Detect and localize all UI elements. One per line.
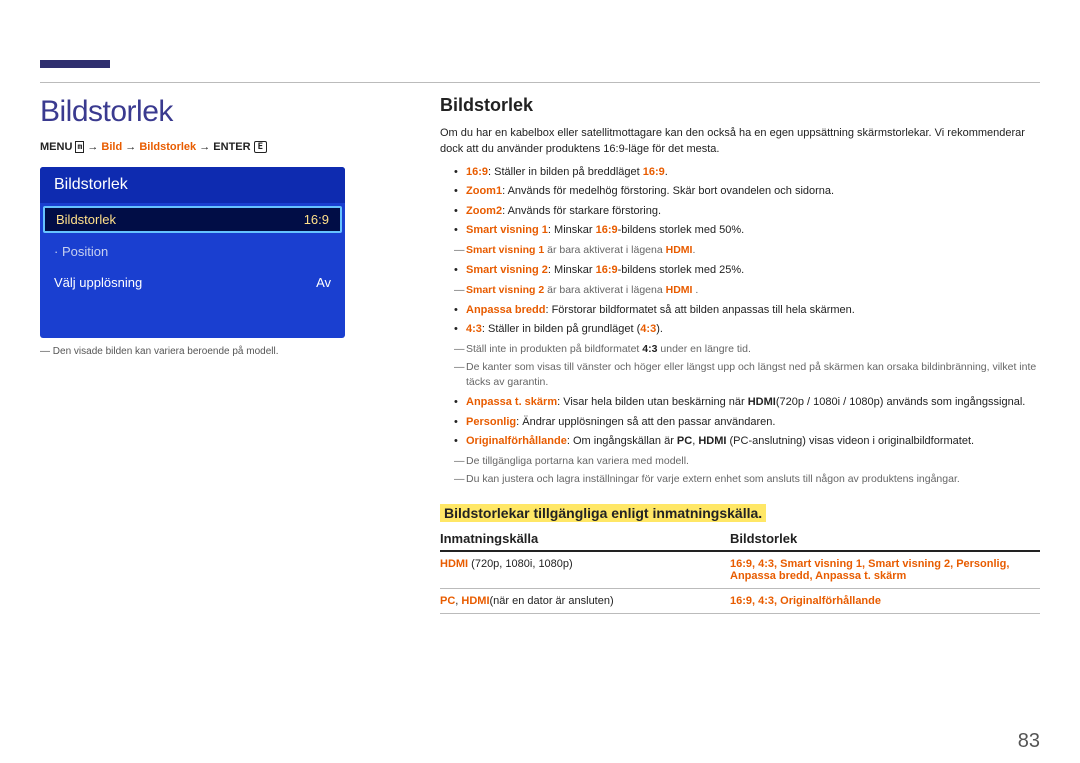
- note: De tillgängliga portarna kan variera med…: [440, 454, 1040, 469]
- note: Smart visning 1 är bara aktiverat i läge…: [440, 243, 1040, 258]
- list-item: Originalförhållande: Om ingångskällan är…: [454, 433, 1040, 450]
- chapter-tab-marker: [40, 60, 110, 68]
- osd-row-value: 16:9: [304, 212, 329, 227]
- breadcrumb-step-1: Bild: [101, 141, 122, 153]
- compatibility-table: Inmatningskälla Bildstorlek HDMI (720p, …: [440, 531, 1040, 614]
- feature-list: Smart visning 2: Minskar 16:9-bildens st…: [440, 262, 1040, 279]
- menu-icon: m: [75, 141, 84, 153]
- list-item: Personlig: Ändrar upplösningen så att de…: [454, 414, 1040, 431]
- osd-row: Välj upplösning Av: [40, 267, 345, 298]
- osd-row-label: Välj upplösning: [54, 275, 142, 290]
- osd-row-value: Av: [316, 275, 331, 290]
- table-cell-source: PC, HDMI(när en dator är ansluten): [440, 595, 730, 607]
- table-cell-source: HDMI (720p, 1080i, 1080p): [440, 558, 730, 582]
- table-cell-sizes: 16:9, 4:3, Smart visning 1, Smart visnin…: [730, 558, 1040, 582]
- feature-list: Anpassa bredd: Förstorar bildformatet så…: [440, 302, 1040, 338]
- list-item: Zoom1: Används för medelhög förstoring. …: [454, 183, 1040, 200]
- page-title: Bildstorlek: [40, 95, 400, 129]
- table-cell-sizes: 16:9, 4:3, Originalförhållande: [730, 595, 1040, 607]
- section-title: Bildstorlek: [440, 95, 1040, 116]
- list-item: Smart visning 2: Minskar 16:9-bildens st…: [454, 262, 1040, 279]
- top-rule: [40, 60, 1040, 83]
- document-page: Bildstorlek MENU m → Bild → Bildstorlek …: [0, 0, 1080, 763]
- table-header-source: Inmatningskälla: [440, 531, 730, 546]
- osd-row-selected: Bildstorlek 16:9: [43, 206, 342, 233]
- table-header-row: Inmatningskälla Bildstorlek: [440, 531, 1040, 552]
- screenshot-caption: Den visade bilden kan variera beroende p…: [40, 346, 400, 357]
- breadcrumb: MENU m → Bild → Bildstorlek → ENTER E: [40, 141, 400, 153]
- table-header-size: Bildstorlek: [730, 531, 1040, 546]
- table-row: HDMI (720p, 1080i, 1080p) 16:9, 4:3, Sma…: [440, 552, 1040, 589]
- osd-row-label: Bildstorlek: [56, 212, 116, 227]
- enter-icon: E: [254, 141, 267, 153]
- left-column: Bildstorlek MENU m → Bild → Bildstorlek …: [40, 95, 400, 733]
- list-item: 4:3: Ställer in bilden på grundläget (4:…: [454, 321, 1040, 338]
- right-column: Bildstorlek Om du har en kabelbox eller …: [440, 95, 1040, 733]
- breadcrumb-menu: MENU: [40, 141, 72, 153]
- breadcrumb-step-2: Bildstorlek: [139, 141, 196, 153]
- page-number: 83: [1018, 730, 1040, 753]
- note: Du kan justera och lagra inställningar f…: [440, 472, 1040, 487]
- osd-menu-screenshot: Bildstorlek Bildstorlek 16:9 · Position …: [40, 167, 345, 338]
- breadcrumb-enter: ENTER: [213, 141, 250, 153]
- list-item: Anpassa t. skärm: Visar hela bilden utan…: [454, 394, 1040, 411]
- feature-list: 16:9: Ställer in bilden på breddläget 16…: [440, 164, 1040, 239]
- intro-paragraph: Om du har en kabelbox eller satellitmott…: [440, 126, 1040, 158]
- osd-row-dim: · Position: [40, 236, 345, 267]
- table-subheading: Bildstorlekar tillgängliga enligt inmatn…: [440, 504, 766, 522]
- list-item: Smart visning 1: Minskar 16:9-bildens st…: [454, 222, 1040, 239]
- two-column-layout: Bildstorlek MENU m → Bild → Bildstorlek …: [40, 95, 1040, 733]
- note: Smart visning 2 är bara aktiverat i läge…: [440, 283, 1040, 298]
- list-item: 16:9: Ställer in bilden på breddläget 16…: [454, 164, 1040, 181]
- list-item: Zoom2: Används för starkare förstoring.: [454, 203, 1040, 220]
- list-item: Anpassa bredd: Förstorar bildformatet så…: [454, 302, 1040, 319]
- note: Ställ inte in produkten på bildformatet …: [440, 342, 1040, 357]
- subheading-wrap: Bildstorlekar tillgängliga enligt inmatn…: [440, 505, 1040, 521]
- osd-row-label: · Position: [54, 244, 108, 259]
- feature-list: Anpassa t. skärm: Visar hela bilden utan…: [440, 394, 1040, 450]
- table-row: PC, HDMI(när en dator är ansluten) 16:9,…: [440, 589, 1040, 614]
- note-continuation: ―De kanter som visas till vänster och hö…: [440, 360, 1040, 390]
- osd-menu-title: Bildstorlek: [40, 167, 345, 203]
